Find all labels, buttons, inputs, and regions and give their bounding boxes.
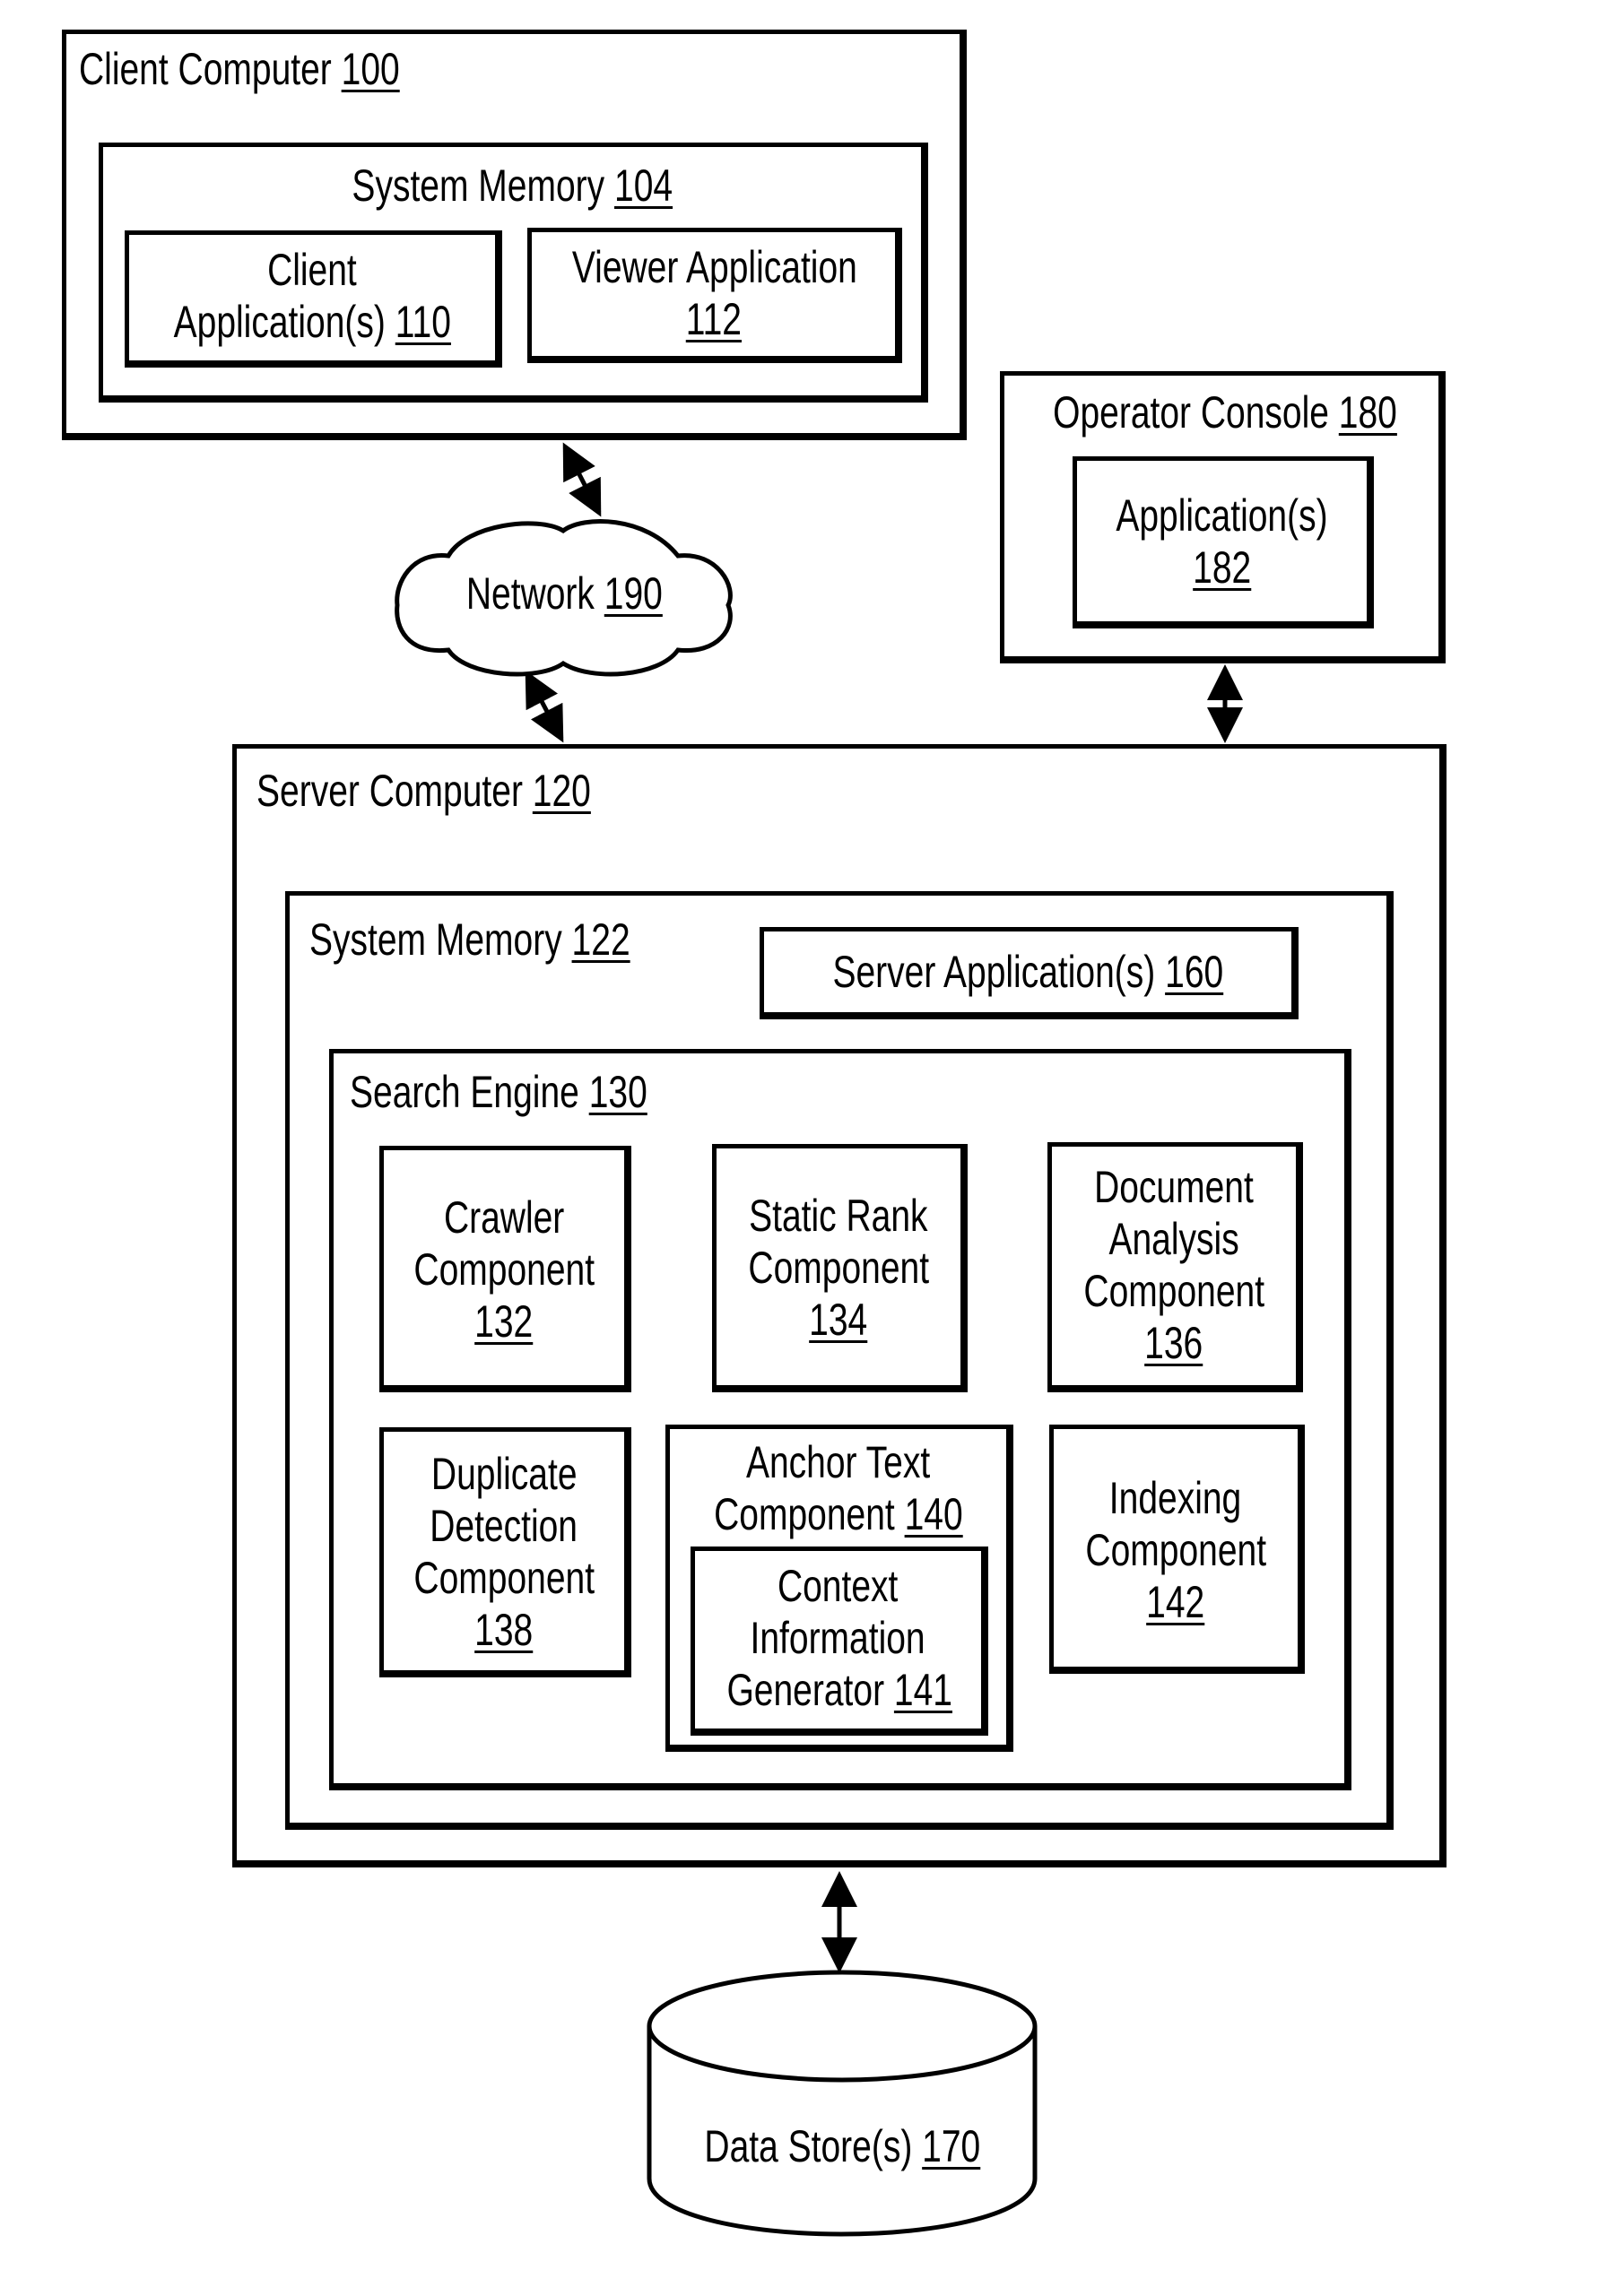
client-applications-label: Client Application(s) 110 — [129, 244, 495, 348]
console-applications-label: Application(s) 182 — [1077, 490, 1367, 593]
duplicate-detection-component-box: Duplicate Detection Component 138 — [379, 1427, 631, 1677]
crawler-line2: Component — [413, 1244, 595, 1295]
server-system-memory-ref: 122 — [571, 914, 630, 965]
data-store-cylinder — [647, 1970, 1038, 2237]
indexing-ref: 142 — [1146, 1577, 1205, 1627]
search-engine-label: Search Engine 130 — [350, 1066, 647, 1118]
server-computer-label: Server Computer 120 — [256, 765, 591, 817]
static-rank-line2: Component — [748, 1243, 929, 1293]
server-computer-title: Server Computer — [256, 766, 523, 816]
anchor-text-line1: Anchor Text — [745, 1437, 931, 1487]
static-rank-ref: 134 — [809, 1295, 868, 1345]
client-applications-line2: Application(s) — [173, 297, 386, 347]
duplicate-detection-line3: Component — [413, 1553, 595, 1603]
client-computer-ref: 100 — [341, 44, 400, 94]
anchor-text-ref: 140 — [904, 1489, 963, 1539]
console-applications-line1: Application(s) — [1116, 490, 1328, 541]
server-system-memory-label: System Memory 122 — [309, 914, 630, 966]
client-applications-box: Client Application(s) 110 — [125, 230, 502, 368]
static-rank-component-box: Static Rank Component 134 — [712, 1144, 968, 1392]
duplicate-detection-ref: 138 — [474, 1605, 534, 1655]
crawler-component-box: Crawler Component 132 — [379, 1146, 631, 1392]
document-analysis-line3: Component — [1083, 1266, 1264, 1316]
data-store-ref: 170 — [921, 2121, 980, 2171]
context-information-generator-label: Context Information Generator 141 — [695, 1560, 981, 1716]
context-generator-line1: Context — [778, 1561, 899, 1611]
operator-console-title: Operator Console — [1053, 387, 1329, 438]
client-applications-ref: 110 — [395, 297, 451, 347]
server-applications-label: Server Application(s) 160 — [764, 946, 1291, 998]
static-rank-component-label: Static Rank Component 134 — [717, 1190, 960, 1346]
network-ref: 190 — [604, 568, 663, 619]
viewer-application-ref: 112 — [685, 294, 742, 344]
data-store-title: Data Store(s) — [704, 2121, 912, 2171]
crawler-component-label: Crawler Component 132 — [384, 1191, 624, 1347]
network-label: Network 190 — [396, 568, 732, 619]
duplicate-detection-line2: Detection — [430, 1501, 578, 1551]
document-analysis-line1: Document — [1094, 1162, 1254, 1212]
console-applications-box: Application(s) 182 — [1073, 456, 1374, 628]
search-engine-title: Search Engine — [350, 1067, 579, 1117]
client-applications-line1: Client — [267, 245, 357, 295]
server-applications-box: Server Application(s) 160 — [760, 927, 1299, 1019]
indexing-line2: Component — [1085, 1525, 1266, 1575]
search-engine-ref: 130 — [588, 1067, 647, 1117]
context-generator-ref: 141 — [893, 1665, 952, 1715]
viewer-application-line1: Viewer Application — [571, 242, 857, 292]
client-system-memory-label: System Memory 104 — [103, 160, 921, 212]
data-store-label: Data Store(s) 170 — [649, 2120, 1035, 2172]
client-system-memory-ref: 104 — [613, 160, 673, 211]
document-analysis-component-label: Document Analysis Component 136 — [1052, 1161, 1296, 1369]
context-generator-line2: Information — [750, 1613, 926, 1663]
server-applications-ref: 160 — [1164, 947, 1223, 997]
operator-console-ref: 180 — [1338, 387, 1397, 438]
context-information-generator-box: Context Information Generator 141 — [691, 1547, 988, 1736]
document-analysis-component-box: Document Analysis Component 136 — [1047, 1142, 1303, 1392]
operator-console-label: Operator Console 180 — [1004, 386, 1438, 438]
document-analysis-line2: Analysis — [1108, 1214, 1239, 1264]
arrow-network-server — [525, 670, 564, 743]
document-analysis-ref: 136 — [1144, 1318, 1203, 1368]
static-rank-line1: Static Rank — [749, 1191, 928, 1241]
server-computer-ref: 120 — [532, 766, 591, 816]
client-system-memory-title: System Memory — [352, 160, 604, 211]
indexing-line1: Indexing — [1109, 1473, 1242, 1523]
viewer-application-label: Viewer Application 112 — [532, 241, 895, 345]
anchor-text-component-label: Anchor Text Component 140 — [670, 1436, 1006, 1540]
indexing-component-label: Indexing Component 142 — [1054, 1472, 1298, 1628]
duplicate-detection-line1: Duplicate — [430, 1449, 578, 1499]
client-computer-title: Client Computer — [79, 44, 332, 94]
viewer-application-box: Viewer Application 112 — [527, 228, 902, 363]
context-generator-line3: Generator — [726, 1665, 885, 1715]
network-title: Network — [465, 568, 595, 619]
console-applications-ref: 182 — [1192, 542, 1252, 593]
crawler-line1: Crawler — [443, 1192, 565, 1243]
client-computer-label: Client Computer 100 — [79, 43, 400, 95]
arrow-client-network — [562, 442, 602, 517]
server-applications-title: Server Application(s) — [832, 947, 1155, 997]
crawler-ref: 132 — [474, 1296, 534, 1347]
indexing-component-box: Indexing Component 142 — [1049, 1425, 1305, 1674]
server-system-memory-title: System Memory — [309, 914, 562, 965]
duplicate-detection-component-label: Duplicate Detection Component 138 — [384, 1448, 624, 1656]
anchor-text-line2: Component — [713, 1489, 895, 1539]
